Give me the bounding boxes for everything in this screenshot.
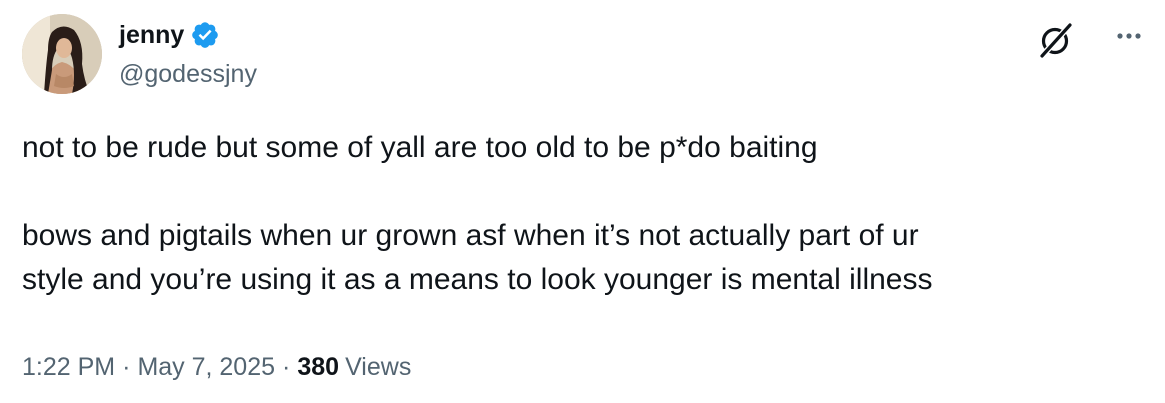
views-label: Views [345, 353, 412, 381]
tweet-text: not to be rude but some of yall are too … [22, 126, 1142, 302]
meta-separator: · [282, 353, 291, 381]
more-options-icon[interactable] [1112, 22, 1146, 52]
author-name-row: jenny [119, 19, 220, 51]
tweet-text-line: bows and pigtails when ur grown asf when… [22, 219, 919, 252]
views-count: 380 [297, 353, 340, 381]
meta-separator: · [122, 353, 131, 381]
author-handle[interactable]: @godessjny [119, 58, 257, 90]
profile-photo-icon [22, 14, 102, 94]
grok-icon[interactable] [1036, 20, 1076, 60]
timestamp-date[interactable]: May 7, 2025 [137, 353, 275, 381]
tweet-card: jenny @godessjny not to be rude but some… [0, 0, 1165, 403]
tweet-meta: 1:22 PM · May 7, 2025 · 380 Views [22, 350, 411, 384]
avatar[interactable] [22, 14, 102, 94]
display-name[interactable]: jenny [119, 19, 184, 51]
tweet-text-line: style and you’re using it as a means to … [22, 263, 933, 296]
tweet-text-line: not to be rude but some of yall are too … [22, 131, 818, 164]
verified-badge-icon [190, 20, 220, 50]
timestamp-time[interactable]: 1:22 PM [22, 353, 115, 381]
